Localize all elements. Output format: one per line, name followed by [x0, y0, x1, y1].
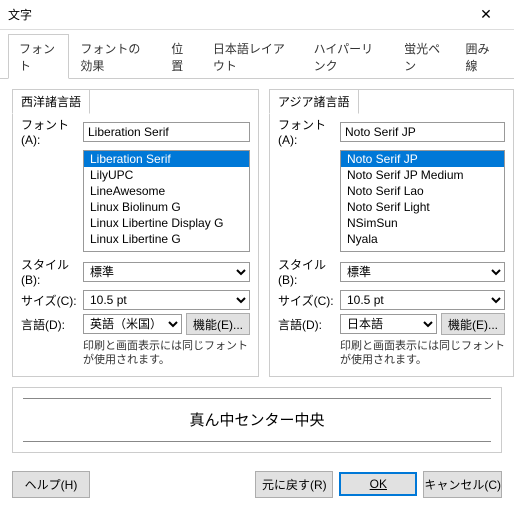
east-size-label: サイズ(C):	[278, 292, 336, 309]
western-group-title: 西洋諸言語	[12, 89, 90, 114]
tab-position[interactable]: 位置	[160, 34, 202, 78]
cancel-button[interactable]: キャンセル(C)	[423, 471, 502, 498]
window-title: 文字	[8, 6, 466, 23]
list-item[interactable]: LilyUPC	[84, 167, 249, 183]
east-font-input[interactable]	[340, 122, 505, 142]
asian-group: アジア諸言語 フォント(A): Noto Serif JP Noto Serif…	[269, 89, 514, 377]
tab-japanese-layout[interactable]: 日本語レイアウト	[202, 34, 303, 78]
tab-font[interactable]: フォント	[8, 34, 69, 79]
list-item[interactable]: Noto Serif Light	[341, 199, 504, 215]
preview-container: 真ん中センター中央	[12, 387, 502, 453]
tab-content: 西洋諸言語 フォント(A): Liberation Serif LilyUPC …	[0, 79, 514, 463]
west-font-list[interactable]: Liberation Serif LilyUPC LineAwesome Lin…	[83, 150, 250, 252]
east-feature-button[interactable]: 機能(E)...	[441, 313, 505, 335]
west-font-input[interactable]	[83, 122, 250, 142]
list-item[interactable]: Nyala	[341, 231, 504, 247]
west-size-select[interactable]: 10.5 pt	[83, 290, 250, 310]
tab-font-effects[interactable]: フォントの効果	[69, 34, 160, 78]
west-lang-label: 言語(D):	[21, 316, 79, 333]
list-item[interactable]: Noto Serif JP Medium	[341, 167, 504, 183]
tab-highlighter[interactable]: 蛍光ペン	[393, 34, 454, 78]
east-font-list[interactable]: Noto Serif JP Noto Serif JP Medium Noto …	[340, 150, 505, 252]
list-item[interactable]: Linux Libertine G	[84, 231, 249, 247]
east-lang-select[interactable]: 日本語	[340, 314, 437, 334]
west-style-select[interactable]: 標準	[83, 262, 250, 282]
west-lang-select[interactable]: 英語（米国）	[83, 314, 182, 334]
west-style-label: スタイル(B):	[21, 256, 79, 287]
tab-bar: フォント フォントの効果 位置 日本語レイアウト ハイパーリンク 蛍光ペン 囲み…	[0, 30, 514, 79]
east-size-select[interactable]: 10.5 pt	[340, 290, 505, 310]
tab-border[interactable]: 囲み線	[454, 34, 506, 78]
west-size-label: サイズ(C):	[21, 292, 79, 309]
close-icon[interactable]: ✕	[466, 6, 506, 23]
list-item[interactable]: Liberation Serif	[84, 151, 249, 167]
east-font-label: フォント(A):	[278, 116, 336, 147]
west-font-label: フォント(A):	[21, 116, 79, 147]
west-note: 印刷と画面表示には同じフォントが使用されます。	[83, 339, 250, 368]
western-group: 西洋諸言語 フォント(A): Liberation Serif LilyUPC …	[12, 89, 259, 377]
west-feature-button[interactable]: 機能(E)...	[186, 313, 250, 335]
dialog-footer: ヘルプ(H) 元に戻す(R) OK キャンセル(C)	[0, 463, 514, 508]
list-item[interactable]: LineAwesome	[84, 183, 249, 199]
list-item[interactable]: Noto Serif JP	[341, 151, 504, 167]
preview-text: 真ん中センター中央	[23, 398, 491, 442]
east-note: 印刷と画面表示には同じフォントが使用されます。	[340, 339, 505, 368]
tab-hyperlink[interactable]: ハイパーリンク	[303, 34, 393, 78]
asian-group-title: アジア諸言語	[269, 89, 359, 114]
list-item[interactable]: Linux Biolinum G	[84, 199, 249, 215]
ok-button[interactable]: OK	[339, 472, 417, 496]
east-style-select[interactable]: 標準	[340, 262, 505, 282]
list-item[interactable]: NSimSun	[341, 215, 504, 231]
east-lang-label: 言語(D):	[278, 316, 336, 333]
help-button[interactable]: ヘルプ(H)	[12, 471, 90, 498]
list-item[interactable]: Noto Serif Lao	[341, 183, 504, 199]
reset-button[interactable]: 元に戻す(R)	[255, 471, 333, 498]
list-item[interactable]: Linux Libertine Display G	[84, 215, 249, 231]
east-style-label: スタイル(B):	[278, 256, 336, 287]
titlebar: 文字 ✕	[0, 0, 514, 30]
